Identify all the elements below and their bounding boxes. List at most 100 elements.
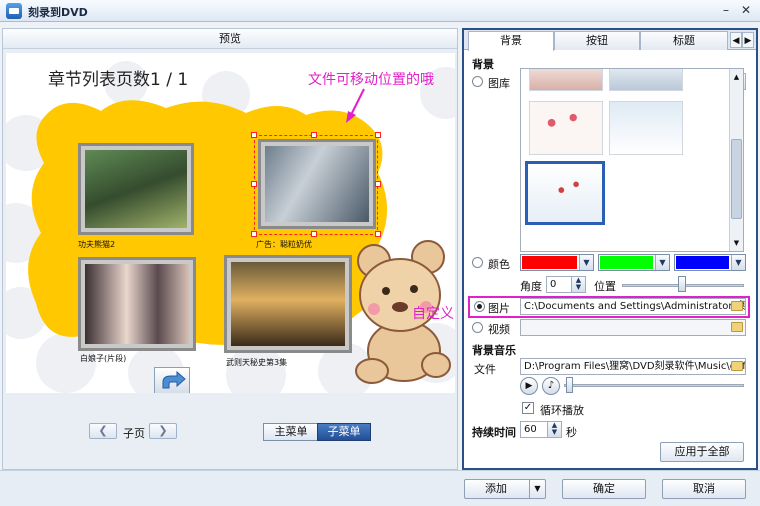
background-gallery[interactable]: ▲ ▼ <box>520 68 744 252</box>
selection-frame[interactable] <box>254 135 378 235</box>
resize-handle[interactable] <box>251 132 257 138</box>
main-menu-button[interactable]: 主菜单 <box>263 423 319 441</box>
chevron-right-icon: ❯ <box>158 424 168 437</box>
tab-scroll-right-icon[interactable]: ▶ <box>742 32 754 48</box>
music-progress-slider[interactable] <box>564 384 744 387</box>
thumbnail-caption-4: 武则天秘史第3集 <box>226 358 288 367</box>
color-radio[interactable] <box>472 257 483 268</box>
chevron-left-icon: ❮ <box>98 424 108 437</box>
ok-button[interactable]: 确定 <box>562 479 646 499</box>
video-radio[interactable] <box>472 322 483 333</box>
image-radio[interactable] <box>474 301 485 312</box>
settings-tabs: 背景 按钮 标题 ◀ ▶ <box>464 30 756 51</box>
position-slider-thumb[interactable] <box>678 276 686 292</box>
sub-menu-button[interactable]: 子菜单 <box>317 423 371 441</box>
folder-icon[interactable] <box>731 361 743 371</box>
spin-updown-icon[interactable]: ▲ ▼ <box>571 277 585 292</box>
color-picker-red[interactable]: ▼ <box>520 254 594 271</box>
tab-title[interactable]: 标题 <box>640 31 728 50</box>
angle-spinbox[interactable]: 0 ▲ ▼ <box>546 276 586 293</box>
music-slider-thumb[interactable] <box>566 377 573 393</box>
callout-move-text: 文件可移动位置的哦 <box>308 72 434 88</box>
gallery-radio[interactable] <box>472 76 483 87</box>
angle-label: 角度 <box>520 280 542 293</box>
chapter-thumbnail-3[interactable] <box>78 257 196 351</box>
dvd-burn-window: 刻录到DVD – ✕ 预览 章节列表页数1 / 1 文件可移动位置的哦 功夫熊猫… <box>0 0 760 506</box>
tab-scroll-left-icon[interactable]: ◀ <box>730 32 742 48</box>
gallery-label: 图库 <box>488 77 510 90</box>
footer-bar: 添加 ▼ 确定 取消 <box>0 470 760 506</box>
loop-label: 循环播放 <box>540 404 584 417</box>
folder-icon[interactable] <box>731 322 743 332</box>
music-path-field[interactable]: D:\Program Files\狸窝\DVD刻录软件\Music\defaul… <box>520 358 746 375</box>
resize-handle[interactable] <box>311 231 317 237</box>
background-section-title: 背景 <box>472 58 494 71</box>
folder-icon[interactable] <box>731 301 743 311</box>
tab-background[interactable]: 背景 <box>468 31 554 51</box>
color-picker-green[interactable]: ▼ <box>598 254 670 271</box>
resize-handle[interactable] <box>311 132 317 138</box>
scroll-up-icon[interactable]: ▲ <box>731 73 742 81</box>
position-label: 位置 <box>594 280 616 293</box>
color-picker-blue[interactable]: ▼ <box>674 254 746 271</box>
scroll-thumb[interactable] <box>731 139 742 219</box>
play-icon[interactable]: ▶ <box>520 377 538 395</box>
angle-value: 0 <box>550 279 557 290</box>
chevron-down-icon: ▼ <box>731 255 745 270</box>
preview-panel: 预览 章节列表页数1 / 1 文件可移动位置的哦 功夫熊猫2 广告：聪粒奶优 白… <box>2 28 458 470</box>
volume-icon[interactable]: ♪ <box>542 377 560 395</box>
minimize-button[interactable]: – <box>718 3 734 17</box>
image-path-field[interactable]: C:\Documents and Settings\Administrator\… <box>520 298 746 315</box>
close-button[interactable]: ✕ <box>738 3 754 17</box>
tab-buttons[interactable]: 按钮 <box>554 31 640 50</box>
gallery-thumbnail-selected[interactable] <box>525 161 605 225</box>
resize-handle[interactable] <box>251 231 257 237</box>
video-label: 视频 <box>488 323 510 336</box>
gallery-thumbnail[interactable] <box>609 101 683 155</box>
duration-spinbox[interactable]: 60 ▲ ▼ <box>520 421 562 438</box>
callout-arrow <box>346 88 365 123</box>
thumbnail-caption-1: 功夫熊猫2 <box>78 240 116 249</box>
gallery-scrollbar[interactable]: ▲ ▼ <box>729 69 743 251</box>
cancel-button[interactable]: 取消 <box>662 479 746 499</box>
next-page-button[interactable]: ❯ <box>149 423 177 439</box>
window-title: 刻录到DVD <box>28 6 88 19</box>
prev-page-button[interactable]: ❮ <box>89 423 117 439</box>
chapter-thumbnail-4[interactable] <box>224 255 352 353</box>
return-arrow-icon <box>162 370 186 389</box>
chapter-heading: 章节列表页数1 / 1 <box>48 70 189 90</box>
chapter-thumbnail-1[interactable] <box>78 143 194 235</box>
subpage-label: 子页 <box>123 427 145 440</box>
gallery-thumbnail[interactable] <box>609 69 683 91</box>
add-button[interactable]: 添加 ▼ <box>464 479 546 499</box>
file-label: 文件 <box>474 363 496 376</box>
music-section-title: 背景音乐 <box>472 344 516 357</box>
chevron-down-icon: ▼ <box>579 255 593 270</box>
duration-value: 60 <box>524 424 537 435</box>
resize-handle[interactable] <box>375 181 381 187</box>
loop-checkbox[interactable]: ✓ <box>522 402 534 414</box>
scroll-down-icon[interactable]: ▼ <box>731 239 742 247</box>
music-path-value: D:\Program Files\狸窝\DVD刻录软件\Music\defaul… <box>524 361 746 372</box>
chevron-down-icon[interactable]: ▼ <box>529 480 545 498</box>
menu-preview-canvas[interactable]: 章节列表页数1 / 1 文件可移动位置的哦 功夫熊猫2 广告：聪粒奶优 白娘子(… <box>6 53 455 393</box>
seconds-unit: 秒 <box>566 426 577 439</box>
thumbnail-caption-3: 白娘子(片段) <box>80 354 127 363</box>
video-path-field[interactable] <box>520 319 746 336</box>
resize-handle[interactable] <box>375 132 381 138</box>
color-swatch <box>522 256 577 269</box>
color-swatch <box>600 256 653 269</box>
return-button[interactable] <box>154 367 190 393</box>
title-bar: 刻录到DVD – ✕ <box>0 0 760 22</box>
chevron-down-icon: ▼ <box>655 255 669 270</box>
gallery-thumbnail[interactable] <box>529 69 603 91</box>
preview-title: 预览 <box>3 29 457 49</box>
preview-bottom-bar: ❮ 子页 ❯ 主菜单 子菜单 <box>3 393 457 469</box>
color-label: 颜色 <box>488 258 510 271</box>
resize-handle[interactable] <box>251 181 257 187</box>
thumbnail-caption-2: 广告：聪粒奶优 <box>256 240 312 249</box>
add-button-label: 添加 <box>485 482 507 495</box>
gallery-thumbnail[interactable] <box>529 101 603 155</box>
spin-updown-icon[interactable]: ▲ ▼ <box>547 422 561 437</box>
apply-all-button[interactable]: 应用于全部 <box>660 442 744 462</box>
